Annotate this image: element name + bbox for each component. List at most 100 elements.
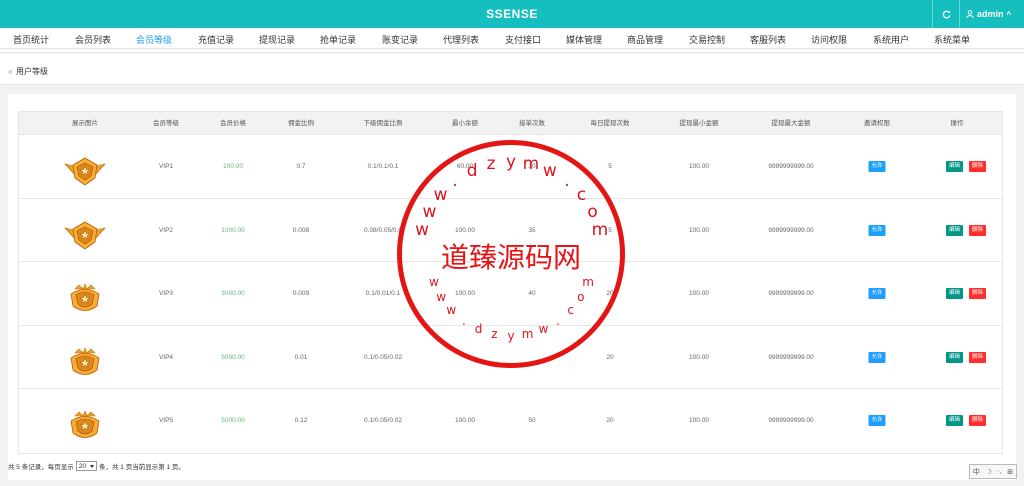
nav-recharge[interactable]: 充值记录	[198, 28, 234, 53]
refresh-button[interactable]	[932, 0, 960, 28]
table-row: VIP1 100.00 0.7 0.1/0.1/0.1 60.00 30 5 100.00 99…	[19, 135, 1002, 199]
nav-system-menu[interactable]: 系统菜单	[934, 28, 970, 53]
gold-wing-star-badge-icon	[61, 219, 109, 251]
delete-button[interactable]: 删除	[969, 415, 987, 426]
nav-trade-control[interactable]: 交易控制	[689, 28, 725, 53]
delete-button[interactable]: 删除	[969, 288, 987, 299]
moon-icon[interactable]: ☽	[985, 468, 991, 476]
col-min-balance: 最小余额	[452, 120, 478, 127]
page-size-select[interactable]: 20	[75, 461, 97, 471]
gold-crown-star-badge-icon	[61, 282, 109, 314]
cell-sub-commission: 0.1/0.1/0.1	[367, 163, 399, 170]
col-withdraw-max: 提现最大金额	[771, 120, 811, 127]
breadcrumb-current: 用户等级	[16, 67, 48, 76]
nav-system-users[interactable]: 系统用户	[873, 28, 909, 53]
nav-products[interactable]: 商品管理	[627, 28, 663, 53]
nav-customer-service[interactable]: 客服列表	[750, 28, 786, 53]
cell-daily-withdraw: 20	[606, 290, 614, 297]
invite-permission-button[interactable]: 允许	[868, 288, 886, 299]
table-body: VIP1 100.00 0.7 0.1/0.1/0.1 60.00 30 5 100.00 99…	[19, 135, 1002, 453]
col-price: 会员价格	[220, 120, 246, 127]
cell-commission: 0.12	[294, 417, 308, 424]
cell-withdraw-min: 100.00	[689, 417, 709, 424]
active-tab-indicator	[0, 47, 1024, 49]
cell-orders: 50	[528, 417, 536, 424]
user-name: admin	[977, 9, 1004, 19]
edit-button[interactable]: 编辑	[946, 288, 964, 299]
content-card: 展示图片 会员等级 会员价格 佣金比例 下级佣金比例 最小余额 接单次数 每日提…	[8, 94, 1016, 480]
nav-grab-orders[interactable]: 抢单记录	[320, 28, 356, 53]
delete-button[interactable]: 删除	[969, 351, 987, 363]
cell-commission: 0.009	[292, 290, 310, 297]
gold-crown-star-badge-icon	[61, 346, 109, 378]
cell-daily-withdraw: 20	[606, 417, 614, 424]
nav-home-stats[interactable]: 首页统计	[13, 28, 49, 53]
table-row: VIP3 3000.00 0.009 0.1/0.01/0.1 100.00 40 20 10…	[19, 262, 1002, 326]
delete-button[interactable]: 删除	[969, 224, 987, 236]
cell-price: 1000.00	[221, 226, 245, 234]
edit-button[interactable]: 编辑	[946, 351, 964, 363]
cell-daily-withdraw: 5	[608, 163, 612, 170]
nav-media[interactable]: 媒体管理	[566, 28, 602, 53]
cell-level: VIP2	[158, 226, 174, 234]
table-row: VIP5 5000.00 0.12 0.1/0.05/0.02 100.00 50 20 10…	[19, 389, 1002, 453]
nav-member-level[interactable]: 会员等级	[136, 28, 172, 53]
invite-permission-button[interactable]: 允许	[868, 415, 886, 426]
cell-price: 100.00	[223, 163, 243, 170]
cell-withdraw-min: 100.00	[689, 226, 709, 234]
nav-member-list[interactable]: 会员列表	[75, 28, 111, 53]
pager-text-after: 条，共 1 页当前显示第 1 页。	[98, 464, 185, 471]
user-menu[interactable]: admin ^	[966, 0, 1011, 28]
cell-sub-commission: 0.1/0.05/0.02	[364, 417, 402, 424]
delete-button[interactable]: 删除	[969, 161, 987, 172]
cell-price: 5000.00	[221, 353, 245, 361]
nav-withdraw[interactable]: 提现记录	[259, 28, 295, 53]
edit-button[interactable]: 编辑	[946, 161, 964, 172]
table-row: VIP2 1000.00 0.008 0.08/0.05/0.0 100.00 35 5 10…	[19, 199, 1002, 262]
col-commission: 佣金比例	[288, 120, 314, 127]
table-row: VIP4 5000.00 0.01 0.1/0.05/0.02 20 100.00 9999…	[19, 326, 1002, 389]
edit-button[interactable]: 编辑	[946, 415, 964, 426]
invite-permission-button[interactable]: 允许	[868, 161, 886, 172]
top-bar: SSENSE admin ^	[0, 0, 1024, 28]
gold-crown-star-badge-icon	[61, 409, 109, 441]
cell-withdraw-min: 100.00	[689, 290, 709, 297]
invite-permission-button[interactable]: 允许	[868, 224, 886, 236]
cell-withdraw-max: 9999999999.00	[768, 290, 814, 297]
pagination: 共 5 条记录，每页显示 20 条，共 1 页当前显示第 1 页。	[8, 460, 185, 472]
ime-toolbar[interactable]: 中 ☽ ·, ⊞	[969, 464, 1017, 479]
cell-min-balance: 100.00	[455, 417, 475, 424]
col-image: 展示图片	[72, 120, 98, 127]
cell-orders: 35	[528, 226, 536, 234]
punctuation-icon[interactable]: ·,	[997, 468, 1001, 475]
col-withdraw-min: 提现最小金额	[679, 120, 719, 127]
brand-title: SSENSE	[486, 7, 538, 21]
cell-min-balance: 100.00	[455, 226, 475, 234]
gold-wing-star-badge-icon	[61, 155, 109, 187]
cell-orders: 40	[528, 290, 536, 297]
chevron-up-icon: ^	[1006, 9, 1012, 19]
cell-min-balance: 60.00	[456, 163, 474, 170]
table-header: 展示图片 会员等级 会员价格 佣金比例 下级佣金比例 最小余额 接单次数 每日提…	[19, 112, 1002, 135]
cell-withdraw-min: 100.00	[689, 353, 709, 361]
invite-permission-button[interactable]: 允许	[868, 351, 886, 363]
edit-button[interactable]: 编辑	[946, 224, 964, 236]
cell-withdraw-max: 9999999999.00	[768, 353, 814, 361]
cell-withdraw-max: 9999999999.00	[768, 417, 814, 424]
ime-lang[interactable]: 中	[973, 467, 980, 477]
nav-agents[interactable]: 代理列表	[443, 28, 479, 53]
cell-level: VIP1	[158, 163, 174, 170]
cell-commission: 0.008	[292, 226, 310, 234]
nav-payment[interactable]: 支付接口	[505, 28, 541, 53]
cell-sub-commission: 0.1/0.05/0.02	[364, 353, 402, 361]
cell-withdraw-max: 9999999999.00	[768, 226, 814, 234]
cell-commission: 0.7	[296, 163, 306, 170]
cell-price: 5000.00	[221, 417, 245, 424]
nav-account-change[interactable]: 账变记录	[382, 28, 418, 53]
cell-withdraw-min: 100.00	[689, 163, 709, 170]
cell-commission: 0.01	[294, 353, 308, 361]
grid-icon[interactable]: ⊞	[1007, 468, 1013, 476]
member-level-table: 展示图片 会员等级 会员价格 佣金比例 下级佣金比例 最小余额 接单次数 每日提…	[18, 111, 1003, 454]
col-level: 会员等级	[153, 120, 179, 127]
nav-access[interactable]: 访问权限	[811, 28, 847, 53]
